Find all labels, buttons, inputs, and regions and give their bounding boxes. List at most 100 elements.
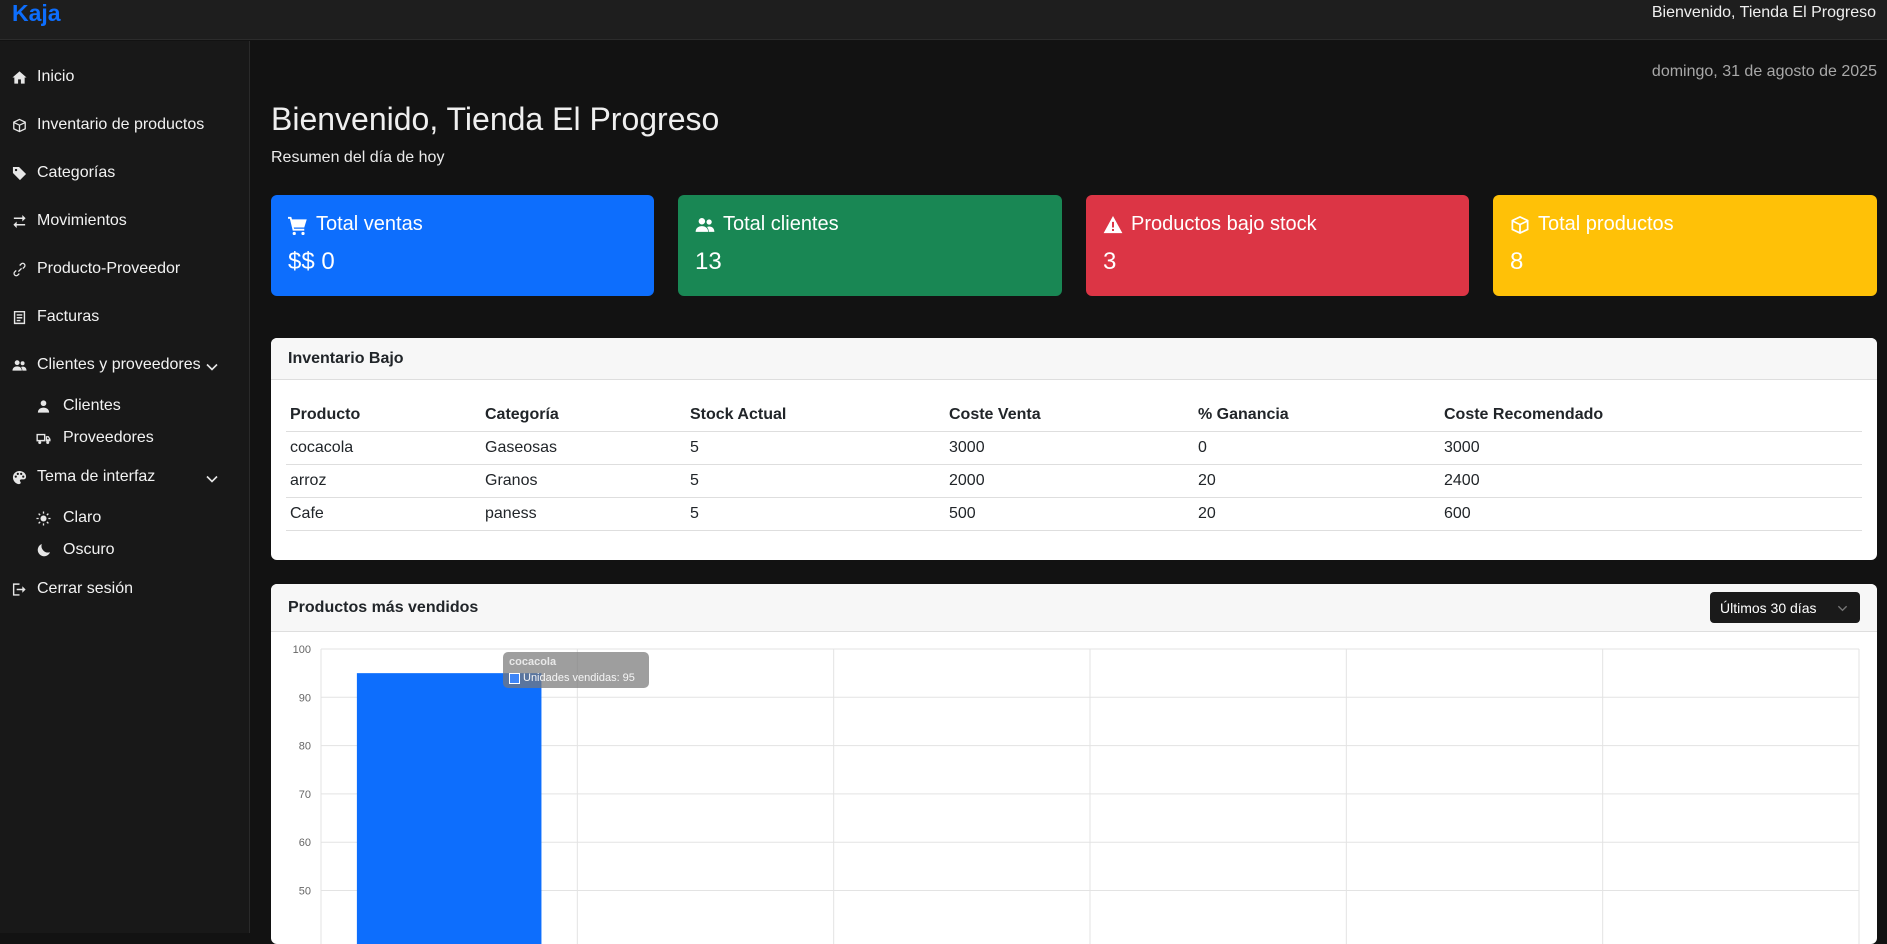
table-cell: Gaseosas bbox=[481, 431, 686, 465]
cart-icon bbox=[288, 216, 307, 235]
sidebar-item-label: Cerrar sesión bbox=[37, 580, 134, 597]
panel-title: Productos más vendidos bbox=[288, 598, 479, 616]
low-inventory-panel: Inventario Bajo Producto Categoría Stock… bbox=[271, 338, 1877, 560]
table-row: Cafe paness 5 500 20 600 bbox=[286, 497, 1862, 531]
chevron-down-icon bbox=[1837, 605, 1848, 612]
brand-logo[interactable]: Kaja bbox=[12, 0, 61, 26]
chart-tooltip: cocacola Unidades vendidas: 95 bbox=[503, 652, 649, 688]
table-cell: Cafe bbox=[286, 497, 481, 531]
sidebar-subitem-label: Claro bbox=[63, 509, 102, 526]
column-header: Stock Actual bbox=[686, 400, 945, 432]
panel-title: Inventario Bajo bbox=[271, 338, 1877, 380]
sidebar-item-producto-proveedor[interactable]: Producto-Proveedor bbox=[10, 260, 180, 278]
card-value: 8 bbox=[1510, 248, 1524, 275]
table-cell: 3000 bbox=[1440, 431, 1862, 465]
table-cell: paness bbox=[481, 497, 686, 531]
table-cell: Granos bbox=[481, 464, 686, 498]
home-icon bbox=[10, 68, 28, 86]
sidebar-item-categorias[interactable]: Categorías bbox=[10, 164, 115, 182]
box-icon bbox=[1511, 215, 1529, 234]
page-subtitle: Resumen del día de hoy bbox=[271, 149, 445, 166]
sidebar-item-label: Facturas bbox=[37, 308, 100, 325]
page-title: Bienvenido, Tienda El Progreso bbox=[271, 101, 720, 137]
sidebar-subitem-proveedores[interactable]: Proveedores bbox=[34, 429, 154, 447]
sidebar-item-tema-interfaz[interactable]: Tema de interfaz bbox=[10, 468, 155, 486]
user-icon bbox=[34, 397, 52, 415]
welcome-text: Bienvenido, Tienda El Progreso bbox=[1651, 4, 1876, 21]
sidebar-item-label: Tema de interfaz bbox=[37, 468, 156, 485]
panel-header: Productos más vendidos Últimos 30 días bbox=[271, 584, 1877, 632]
sidebar-item-inventario[interactable]: Inventario de productos bbox=[10, 116, 204, 134]
table-cell: 600 bbox=[1440, 497, 1862, 531]
table-cell: cocacola bbox=[286, 431, 481, 465]
sidebar-subitem-oscuro[interactable]: Oscuro bbox=[34, 541, 115, 559]
link-icon bbox=[10, 260, 28, 278]
tooltip-swatch bbox=[509, 672, 520, 684]
logout-icon bbox=[10, 580, 28, 598]
table-cell: 3000 bbox=[945, 431, 1194, 465]
date-range-select[interactable]: Últimos 30 días bbox=[1710, 592, 1860, 623]
y-tick-label: 80 bbox=[299, 741, 311, 753]
table-cell: 20 bbox=[1194, 497, 1440, 531]
sun-icon bbox=[34, 509, 52, 527]
sidebar-item-label: Clientes y proveedores bbox=[37, 356, 201, 373]
palette-icon bbox=[10, 468, 28, 486]
table-row: cocacola Gaseosas 5 3000 0 3000 bbox=[286, 431, 1862, 465]
column-header: % Ganancia bbox=[1194, 400, 1440, 432]
sidebar-item-label: Producto-Proveedor bbox=[37, 260, 181, 277]
users-icon bbox=[695, 217, 715, 232]
y-tick-label: 70 bbox=[299, 789, 311, 801]
y-tick-label: 90 bbox=[299, 692, 311, 704]
card-label: Total ventas bbox=[316, 213, 423, 235]
table-cell: 5 bbox=[686, 464, 945, 498]
sidebar-item-label: Movimientos bbox=[37, 212, 127, 229]
table-cell: 5 bbox=[686, 497, 945, 531]
card-value: 3 bbox=[1103, 248, 1117, 275]
table-cell: 500 bbox=[945, 497, 1194, 531]
table-cell: 0 bbox=[1194, 431, 1440, 465]
sidebar-item-cerrar-sesion[interactable]: Cerrar sesión bbox=[10, 580, 133, 598]
y-tick-label: 100 bbox=[293, 644, 311, 656]
top-products-panel: Productos más vendidos Últimos 30 días 1… bbox=[271, 584, 1877, 944]
select-value: Últimos 30 días bbox=[1720, 599, 1817, 616]
sidebar: Inicio Inventario de productos Categoría… bbox=[0, 41, 250, 933]
chevron-down-icon[interactable] bbox=[205, 360, 219, 374]
sidebar-subitem-label: Proveedores bbox=[63, 429, 154, 446]
top-navbar: Kaja Bienvenido, Tienda El Progreso bbox=[0, 0, 1887, 40]
sidebar-subitem-label: Oscuro bbox=[63, 541, 115, 558]
y-tick-label: 60 bbox=[299, 837, 311, 849]
column-header: Producto bbox=[286, 400, 481, 432]
chevron-down-icon[interactable] bbox=[205, 472, 219, 486]
sidebar-item-movimientos[interactable]: Movimientos bbox=[10, 212, 127, 230]
table-cell: arroz bbox=[286, 464, 481, 498]
sidebar-subitem-clientes[interactable]: Clientes bbox=[34, 397, 121, 415]
top-products-chart: 100 90 80 70 60 50 cocacola Unidades vendidas… bbox=[271, 634, 1877, 944]
current-date: domingo, 31 de agosto de 2025 bbox=[1651, 63, 1877, 80]
y-tick-label: 50 bbox=[299, 886, 311, 898]
table-header-row: Producto Categoría Stock Actual Coste Ve… bbox=[286, 400, 1862, 432]
sidebar-subitem-label: Clientes bbox=[63, 397, 121, 414]
sidebar-item-facturas[interactable]: Facturas bbox=[10, 308, 99, 326]
box-icon bbox=[10, 116, 28, 134]
truck-icon bbox=[34, 429, 52, 447]
card-label: Total productos bbox=[1538, 213, 1674, 235]
low-inventory-table: Producto Categoría Stock Actual Coste Ve… bbox=[286, 400, 1862, 531]
main-content: domingo, 31 de agosto de 2025 Bienvenido… bbox=[251, 41, 1887, 944]
card-value: 13 bbox=[695, 248, 722, 275]
sidebar-item-inicio[interactable]: Inicio bbox=[10, 68, 74, 86]
moon-icon bbox=[34, 541, 52, 559]
sidebar-item-clientes-proveedores[interactable]: Clientes y proveedores bbox=[10, 356, 201, 374]
users-icon bbox=[10, 356, 28, 374]
column-header: Categoría bbox=[481, 400, 686, 432]
column-header: Coste Recomendado bbox=[1440, 400, 1862, 432]
tooltip-label: Unidades vendidas: 95 bbox=[523, 672, 635, 684]
chart-bar bbox=[356, 673, 542, 944]
tooltip-title: cocacola bbox=[509, 656, 557, 668]
sidebar-subitem-claro[interactable]: Claro bbox=[34, 509, 101, 527]
table-cell: 5 bbox=[686, 431, 945, 465]
table-cell: 2000 bbox=[945, 464, 1194, 498]
card-total-productos: Total productos 8 bbox=[1493, 195, 1877, 296]
sidebar-item-label: Categorías bbox=[37, 164, 116, 181]
table-cell: 2400 bbox=[1440, 464, 1862, 498]
card-total-ventas: Total ventas $$ 0 bbox=[271, 195, 654, 296]
